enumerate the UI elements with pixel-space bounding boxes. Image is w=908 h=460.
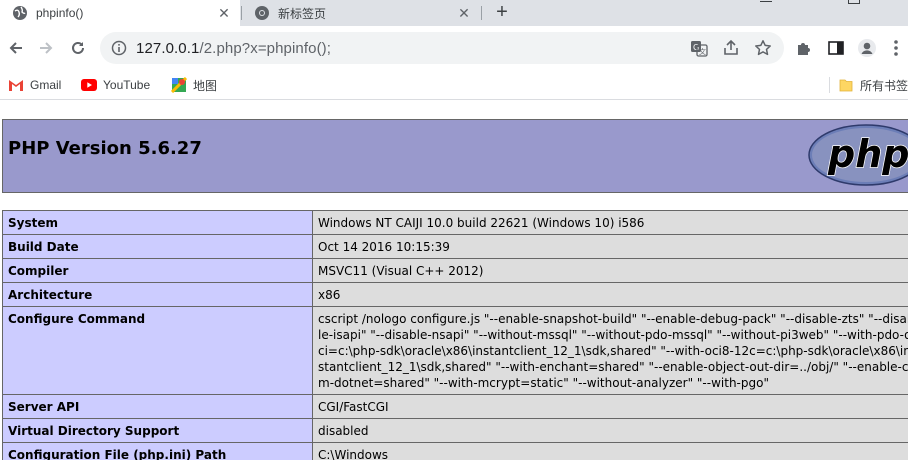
browser-toolbar: 127.0.0.1/2.php?x=phpinfo(); G文 <box>0 26 908 70</box>
globe-icon <box>12 5 28 21</box>
php-version-title: PHP Version 5.6.27 <box>8 138 202 159</box>
info-value: Oct 14 2016 10:15:39 <box>312 234 908 259</box>
bookmarks-bar: Gmail YouTube 地图 所有书签 <box>0 70 908 100</box>
bookmark-star-icon[interactable] <box>754 39 772 57</box>
info-row: Configuration File (php.ini) Path C:\Wind… <box>2 442 908 460</box>
info-value: x86 <box>312 282 908 307</box>
info-key: Architecture <box>2 282 313 307</box>
minimize-icon[interactable] <box>760 0 772 2</box>
folder-icon <box>838 77 854 93</box>
info-row: Build Date Oct 14 2016 10:15:39 <box>2 234 908 259</box>
php-info-table: System Windows NT CAIJI 10.0 build 22621 … <box>2 210 908 460</box>
info-key: Server API <box>2 394 313 419</box>
info-row: Compiler MSVC11 (Visual C++ 2012) <box>2 258 908 283</box>
back-button[interactable] <box>4 36 28 60</box>
php-info-rows: System Windows NT CAIJI 10.0 build 22621 … <box>2 210 908 460</box>
close-tab-icon[interactable]: ✕ <box>456 5 472 21</box>
side-panel-icon[interactable] <box>826 38 846 58</box>
tab-divider <box>241 6 242 20</box>
more-menu-icon[interactable] <box>886 38 906 58</box>
all-bookmarks-folder[interactable]: 所有书签 <box>838 76 908 94</box>
svg-text:文: 文 <box>699 47 706 56</box>
info-key: Compiler <box>2 258 313 283</box>
tab-title: 新标签页 <box>278 6 327 21</box>
info-value: MSVC11 (Visual C++ 2012) <box>312 258 908 283</box>
php-version-header: PHP Version 5.6.27 php <box>2 119 908 193</box>
chrome-icon <box>254 5 270 21</box>
maximize-icon[interactable] <box>848 0 860 4</box>
url-text: 127.0.0.1/2.php?x=phpinfo(); <box>136 40 331 57</box>
arrow-right-icon <box>40 42 53 54</box>
info-key: Configuration File (php.ini) Path <box>2 442 313 460</box>
info-row: Configure Command cscript /nologo configu… <box>2 306 908 395</box>
gmail-icon <box>8 77 24 93</box>
close-tab-icon[interactable]: ✕ <box>216 5 232 21</box>
maps-icon <box>171 77 187 93</box>
tab-divider <box>481 6 482 20</box>
info-key: Build Date <box>2 234 313 259</box>
tab-strip: phpinfo() ✕ 新标签页 ✕ + <box>0 0 908 26</box>
bookmarks-divider <box>829 77 830 93</box>
forward-button[interactable] <box>34 36 58 60</box>
info-row: Virtual Directory Support disabled <box>2 418 908 443</box>
new-tab-button[interactable]: + <box>490 0 514 24</box>
bookmark-label: Gmail <box>30 78 62 92</box>
info-value: disabled <box>312 418 908 443</box>
address-bar[interactable]: 127.0.0.1/2.php?x=phpinfo(); G文 <box>100 32 784 64</box>
site-info-icon[interactable] <box>110 39 128 57</box>
tab-title: phpinfo() <box>36 6 84 20</box>
share-icon[interactable] <box>722 39 740 57</box>
bookmark-label: YouTube <box>103 78 151 92</box>
info-key: Configure Command <box>2 306 313 395</box>
tab-phpinfo[interactable]: phpinfo() ✕ <box>0 0 240 26</box>
info-row: System Windows NT CAIJI 10.0 build 22621 … <box>2 210 908 235</box>
reload-icon <box>72 41 84 54</box>
url-path: /2.php?x=phpinfo(); <box>199 39 332 57</box>
bookmark-maps[interactable]: 地图 <box>171 76 217 94</box>
info-value: cscript /nologo configure.js "--enable-s… <box>312 306 908 395</box>
bookmark-gmail[interactable]: Gmail <box>8 76 61 94</box>
url-host: 127.0.0.1 <box>136 39 200 57</box>
info-value: C:\Windows <box>312 442 908 460</box>
tab-new-tab[interactable]: 新标签页 ✕ <box>244 0 480 26</box>
youtube-icon <box>81 77 97 93</box>
info-row: Architecture x86 <box>2 282 908 307</box>
php-logo-text: php <box>827 132 908 176</box>
info-key: Virtual Directory Support <box>2 418 313 443</box>
info-row: Server API CGI/FastCGI <box>2 394 908 419</box>
extensions-icon[interactable] <box>794 38 814 58</box>
php-logo: php <box>808 124 908 186</box>
arrow-left-icon <box>9 42 22 54</box>
reload-button[interactable] <box>66 36 90 60</box>
page-content: PHP Version 5.6.27 php System Windows NT … <box>0 101 908 460</box>
bookmark-youtube[interactable]: YouTube <box>81 76 150 94</box>
info-key: System <box>2 210 313 235</box>
info-value: CGI/FastCGI <box>312 394 908 419</box>
info-value: Windows NT CAIJI 10.0 build 22621 (Windo… <box>312 210 908 235</box>
all-bookmarks-label: 所有书签 <box>860 78 908 93</box>
translate-icon[interactable]: G文 <box>690 39 708 57</box>
profile-avatar-icon[interactable] <box>857 38 877 58</box>
bookmark-label: 地图 <box>193 78 218 93</box>
